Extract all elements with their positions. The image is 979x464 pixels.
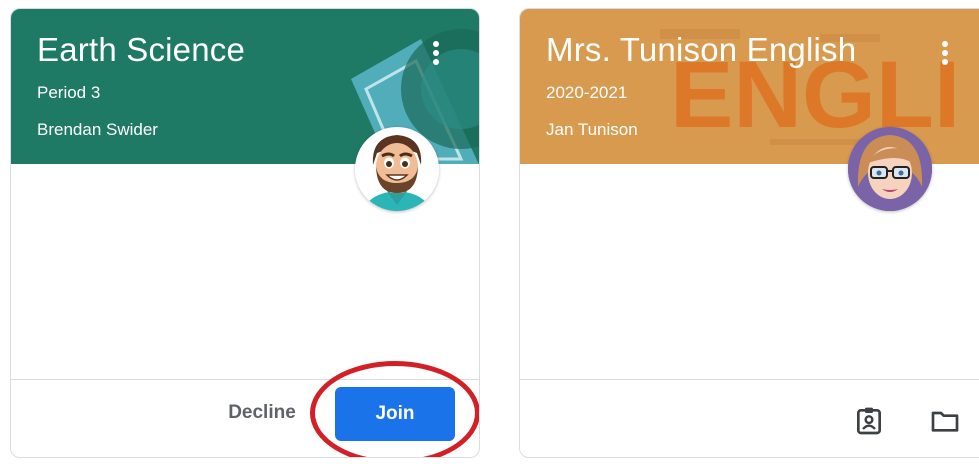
join-button[interactable]: Join	[335, 387, 455, 441]
class-section: 2020-2021	[546, 83, 628, 102]
teacher-avatar	[355, 127, 439, 211]
teacher-name: Brendan Swider	[37, 120, 158, 139]
class-section: Period 3	[37, 83, 101, 102]
class-title[interactable]: Mrs. Tunison English	[546, 31, 856, 69]
class-card-earth-science[interactable]: Earth Science Period 3 Brendan Swider De…	[10, 8, 480, 458]
teacher-name: Jan Tunison	[546, 120, 638, 139]
card-footer-divider	[11, 379, 479, 380]
class-title[interactable]: Earth Science	[37, 31, 245, 69]
card-footer-divider	[520, 379, 979, 380]
assignment-ind-icon[interactable]	[853, 405, 885, 437]
class-card-tunison-english[interactable]: ENGLI Mrs. Tunison English 2020-2021 Jan…	[519, 8, 979, 458]
more-vert-icon[interactable]	[426, 39, 446, 69]
folder-icon[interactable]	[929, 405, 961, 437]
teacher-avatar	[848, 127, 932, 211]
more-vert-icon[interactable]	[935, 39, 955, 69]
decline-button[interactable]: Decline	[207, 393, 317, 433]
